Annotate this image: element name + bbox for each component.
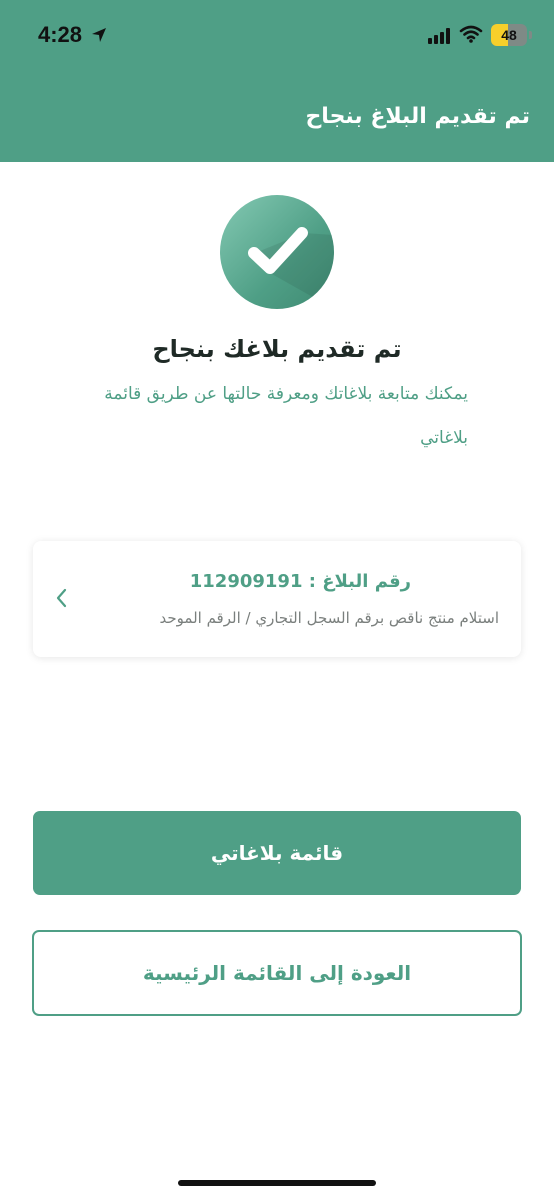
wifi-icon — [459, 25, 483, 43]
report-description: استلام منتج ناقص برقم السجل التجاري / ال… — [159, 609, 500, 627]
battery-level: 48 — [501, 27, 517, 43]
chevron-left-icon[interactable] — [53, 587, 71, 609]
home-indicator[interactable] — [178, 1180, 376, 1186]
success-badge — [220, 195, 334, 309]
status-bar: 4:28 48 — [0, 0, 554, 70]
report-number: رقم البلاغ : 112909191 — [189, 571, 411, 592]
signal-icon — [428, 28, 450, 44]
page-title: تم تقديم البلاغ بنجاح — [305, 104, 530, 129]
back-to-home-button[interactable]: العودة إلى القائمة الرئيسية — [32, 930, 522, 1016]
battery-cap — [529, 31, 532, 39]
report-card[interactable]: رقم البلاغ : 112909191 استلام منتج ناقص … — [33, 541, 521, 657]
location-arrow-icon — [92, 28, 106, 42]
success-message: يمكنك متابعة بلاغاتك ومعرفة حالتها عن طر… — [104, 384, 468, 448]
success-title: تم تقديم بلاغك بنجاح — [152, 335, 402, 363]
check-icon — [248, 227, 334, 309]
app-header: 4:28 48 تم تقديم البلاغ بنجاح — [0, 0, 554, 162]
battery-icon: 48 — [491, 24, 527, 46]
status-time: 4:28 — [38, 22, 83, 47]
my-reports-button[interactable]: قائمة بلاغاتي — [33, 811, 521, 895]
